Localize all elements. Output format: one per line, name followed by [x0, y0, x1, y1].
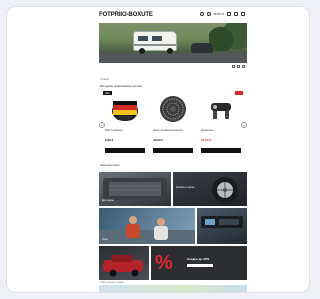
hero-car	[191, 43, 213, 53]
breadcrumb[interactable]: Главная	[100, 78, 109, 81]
category-tile-cars[interactable]	[99, 246, 149, 280]
tile-title: Уход	[102, 238, 108, 241]
product-price: 49,90 €	[153, 138, 164, 142]
categories-title: Наши категории	[100, 164, 120, 167]
carousel-prev-button[interactable]: ‹	[99, 122, 105, 128]
camper-wheel	[167, 48, 173, 54]
slider-prev-icon[interactable]	[232, 65, 235, 68]
holder-product-image	[211, 103, 231, 119]
camper-wheel	[139, 48, 145, 54]
product-name[interactable]: Цепи противоскольжения	[153, 129, 193, 132]
hero-controls	[232, 65, 245, 68]
camper-window	[152, 36, 162, 41]
red-car-image	[103, 255, 143, 277]
slider-pause-icon[interactable]	[237, 65, 240, 68]
chain-product-image	[160, 96, 186, 122]
category-tile-care[interactable]: Уход	[99, 208, 195, 244]
product-price: 9,99 €	[105, 138, 114, 142]
people-image	[99, 216, 195, 244]
category-grid: Для зимы Колёса и шины Уход % Скидки до …	[99, 172, 247, 282]
category-tile-wheels[interactable]: Колёса и шины	[173, 172, 247, 206]
camper-window	[138, 36, 148, 41]
hero-road	[99, 53, 247, 63]
heart-icon[interactable]	[227, 12, 231, 16]
camper-stripe	[134, 44, 178, 46]
screenshot-frame: FOTPRIIO-BOXUTE ВОЙТИ Главная Выгодные п…	[6, 6, 310, 293]
map-label: Найти магазин рядом	[100, 281, 124, 284]
tile-title: Скидки до 30%	[187, 257, 210, 261]
category-tile-interior[interactable]	[197, 208, 247, 244]
product-image[interactable]	[199, 91, 243, 127]
sale-cta-button[interactable]	[187, 264, 213, 267]
category-tile-winter[interactable]: Для зимы	[99, 172, 171, 206]
hero-banner[interactable]	[99, 23, 247, 63]
product-card[interactable]: Цепи противоскольжения 49,90 €	[151, 91, 195, 157]
product-carousel: NEU Флаг Германии 9,99 € Цепи противоско…	[99, 91, 247, 159]
section-title: Выгодные предложения для вас	[100, 84, 143, 88]
add-to-cart-button[interactable]	[105, 148, 145, 153]
category-tile-sale[interactable]: % Скидки до 30%	[151, 246, 247, 280]
tile-title: Для зимы	[102, 199, 114, 202]
wheel-image	[212, 177, 238, 203]
product-name[interactable]: Держатель	[201, 129, 241, 132]
site-header: FOTPRIIO-BOXUTE ВОЙТИ	[99, 7, 247, 23]
hero-trees	[209, 23, 247, 51]
user-icon[interactable]	[206, 12, 211, 16]
site-logo[interactable]: FOTPRIIO-BOXUTE	[99, 12, 153, 18]
product-card[interactable]: Держатель 29,90 €	[199, 91, 243, 157]
add-to-cart-button[interactable]	[201, 148, 241, 153]
flag-product-image	[112, 101, 138, 121]
discount-badge	[235, 91, 243, 95]
product-image[interactable]	[151, 91, 195, 127]
slider-next-icon[interactable]	[242, 65, 245, 68]
product-badge: NEU	[103, 91, 113, 95]
dashboard-image	[201, 216, 243, 228]
product-card[interactable]: NEU Флаг Германии 9,99 €	[103, 91, 147, 157]
percent-icon: %	[155, 252, 173, 274]
search-icon[interactable]	[199, 12, 204, 16]
tile-title: Колёса и шины	[176, 186, 195, 189]
store-map[interactable]	[99, 285, 247, 292]
menu-icon[interactable]	[241, 12, 245, 16]
add-to-cart-button[interactable]	[153, 148, 193, 153]
cart-icon[interactable]	[234, 12, 238, 16]
product-image[interactable]: NEU	[103, 91, 147, 127]
product-price: 29,90 €	[201, 138, 212, 142]
product-name[interactable]: Флаг Германии	[105, 129, 145, 132]
header-icons: ВОЙТИ	[199, 12, 245, 16]
account-label[interactable]: ВОЙТИ	[214, 12, 224, 16]
carousel-next-button[interactable]: ›	[241, 122, 247, 128]
web-page: FOTPRIIO-BOXUTE ВОЙТИ Главная Выгодные п…	[99, 7, 247, 292]
